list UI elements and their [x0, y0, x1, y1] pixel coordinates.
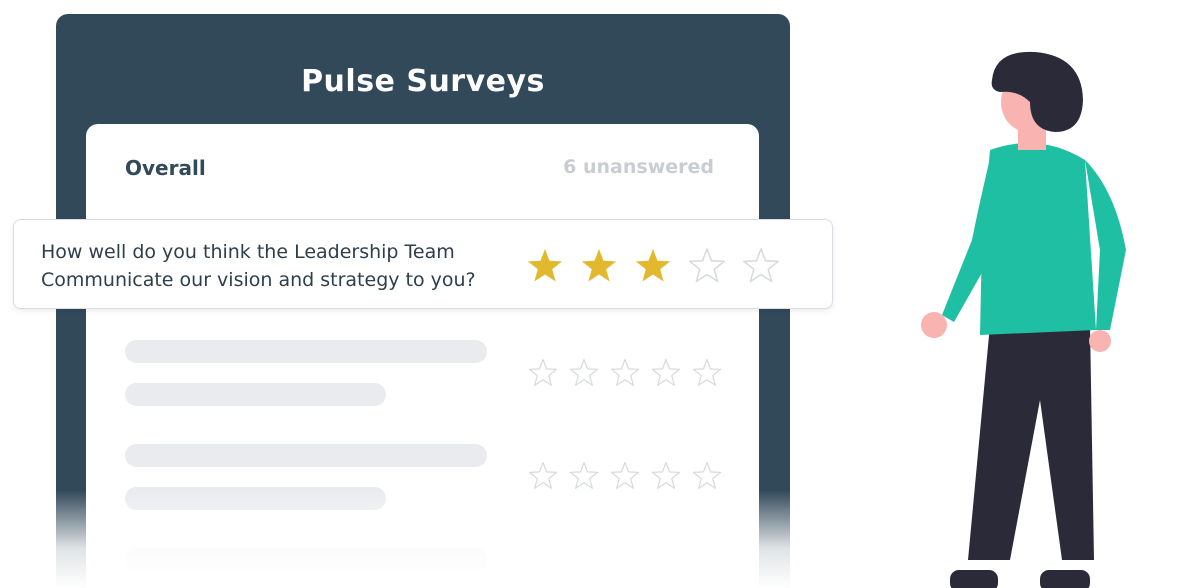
- placeholder-text-line: [125, 548, 487, 571]
- placeholder-text-line: [125, 383, 386, 406]
- person-pants: [968, 325, 1094, 560]
- star-icon[interactable]: [692, 358, 722, 388]
- placeholder-text-line: [125, 487, 386, 510]
- star-icon[interactable]: [610, 358, 640, 388]
- person-shoe: [950, 570, 998, 588]
- section-title: Overall: [125, 156, 206, 180]
- star-icon[interactable]: [651, 461, 681, 491]
- unanswered-count: 6 unanswered: [563, 156, 714, 178]
- person-shirt: [980, 142, 1096, 335]
- star-icon[interactable]: [610, 461, 640, 491]
- star-icon[interactable]: [651, 358, 681, 388]
- star-rating-row[interactable]: [526, 247, 780, 285]
- star-icon[interactable]: [634, 247, 672, 285]
- star-icon[interactable]: [688, 247, 726, 285]
- star-icon[interactable]: [528, 358, 558, 388]
- question-card: How well do you think the Leadership Tea…: [13, 219, 833, 309]
- star-icon[interactable]: [526, 247, 564, 285]
- star-rating-row[interactable]: [528, 358, 722, 388]
- placeholder-text-line: [125, 340, 487, 363]
- person-hand: [921, 312, 947, 338]
- star-rating-row[interactable]: [528, 461, 722, 491]
- person-hand: [1089, 330, 1111, 352]
- person-shoe: [1040, 570, 1090, 588]
- star-icon[interactable]: [569, 358, 599, 388]
- question-text: How well do you think the Leadership Tea…: [41, 241, 476, 291]
- placeholder-text-line: [125, 444, 487, 467]
- star-icon[interactable]: [692, 461, 722, 491]
- star-icon[interactable]: [580, 247, 618, 285]
- star-icon[interactable]: [569, 461, 599, 491]
- person-illustration: [921, 51, 1126, 588]
- star-icon[interactable]: [742, 247, 780, 285]
- star-icon[interactable]: [528, 461, 558, 491]
- panel-title: Pulse Surveys: [301, 64, 545, 99]
